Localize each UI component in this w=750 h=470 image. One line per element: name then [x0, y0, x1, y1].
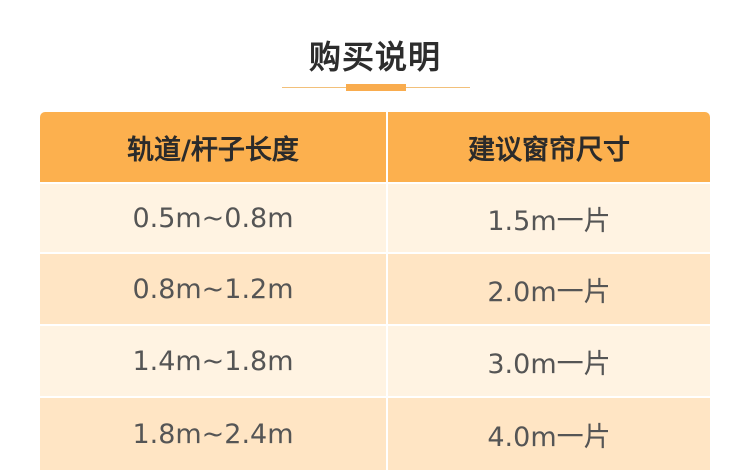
curtain-size-cell: 1.5m一片 [388, 184, 710, 252]
curtain-size-cell: 4.0m一片 [388, 398, 710, 470]
table-row: 0.5m~0.8m 1.5m一片 [40, 184, 710, 252]
table-row: 0.8m~1.2m 2.0m一片 [40, 254, 710, 324]
page-title: 购买说明 [308, 38, 441, 76]
curtain-size-cell: 2.0m一片 [388, 254, 710, 324]
track-length-cell: 0.8m~1.2m [40, 254, 386, 324]
track-length-cell: 1.8m~2.4m [40, 398, 386, 470]
size-guide-table: 轨道/杆子长度 建议窗帘尺寸 0.5m~0.8m 1.5m一片 0.8m~1.2… [40, 112, 710, 470]
track-length-cell: 1.4m~1.8m [40, 326, 386, 396]
title-accent-bar [346, 84, 406, 91]
track-length-cell: 0.5m~0.8m [40, 184, 386, 252]
header-track-length: 轨道/杆子长度 [40, 112, 386, 182]
table-header-row: 轨道/杆子长度 建议窗帘尺寸 [40, 112, 710, 182]
table-row: 1.4m~1.8m 3.0m一片 [40, 326, 710, 396]
curtain-size-cell: 3.0m一片 [388, 326, 710, 396]
table-row: 1.8m~2.4m 4.0m一片 [40, 398, 710, 470]
header-curtain-size: 建议窗帘尺寸 [388, 112, 710, 182]
